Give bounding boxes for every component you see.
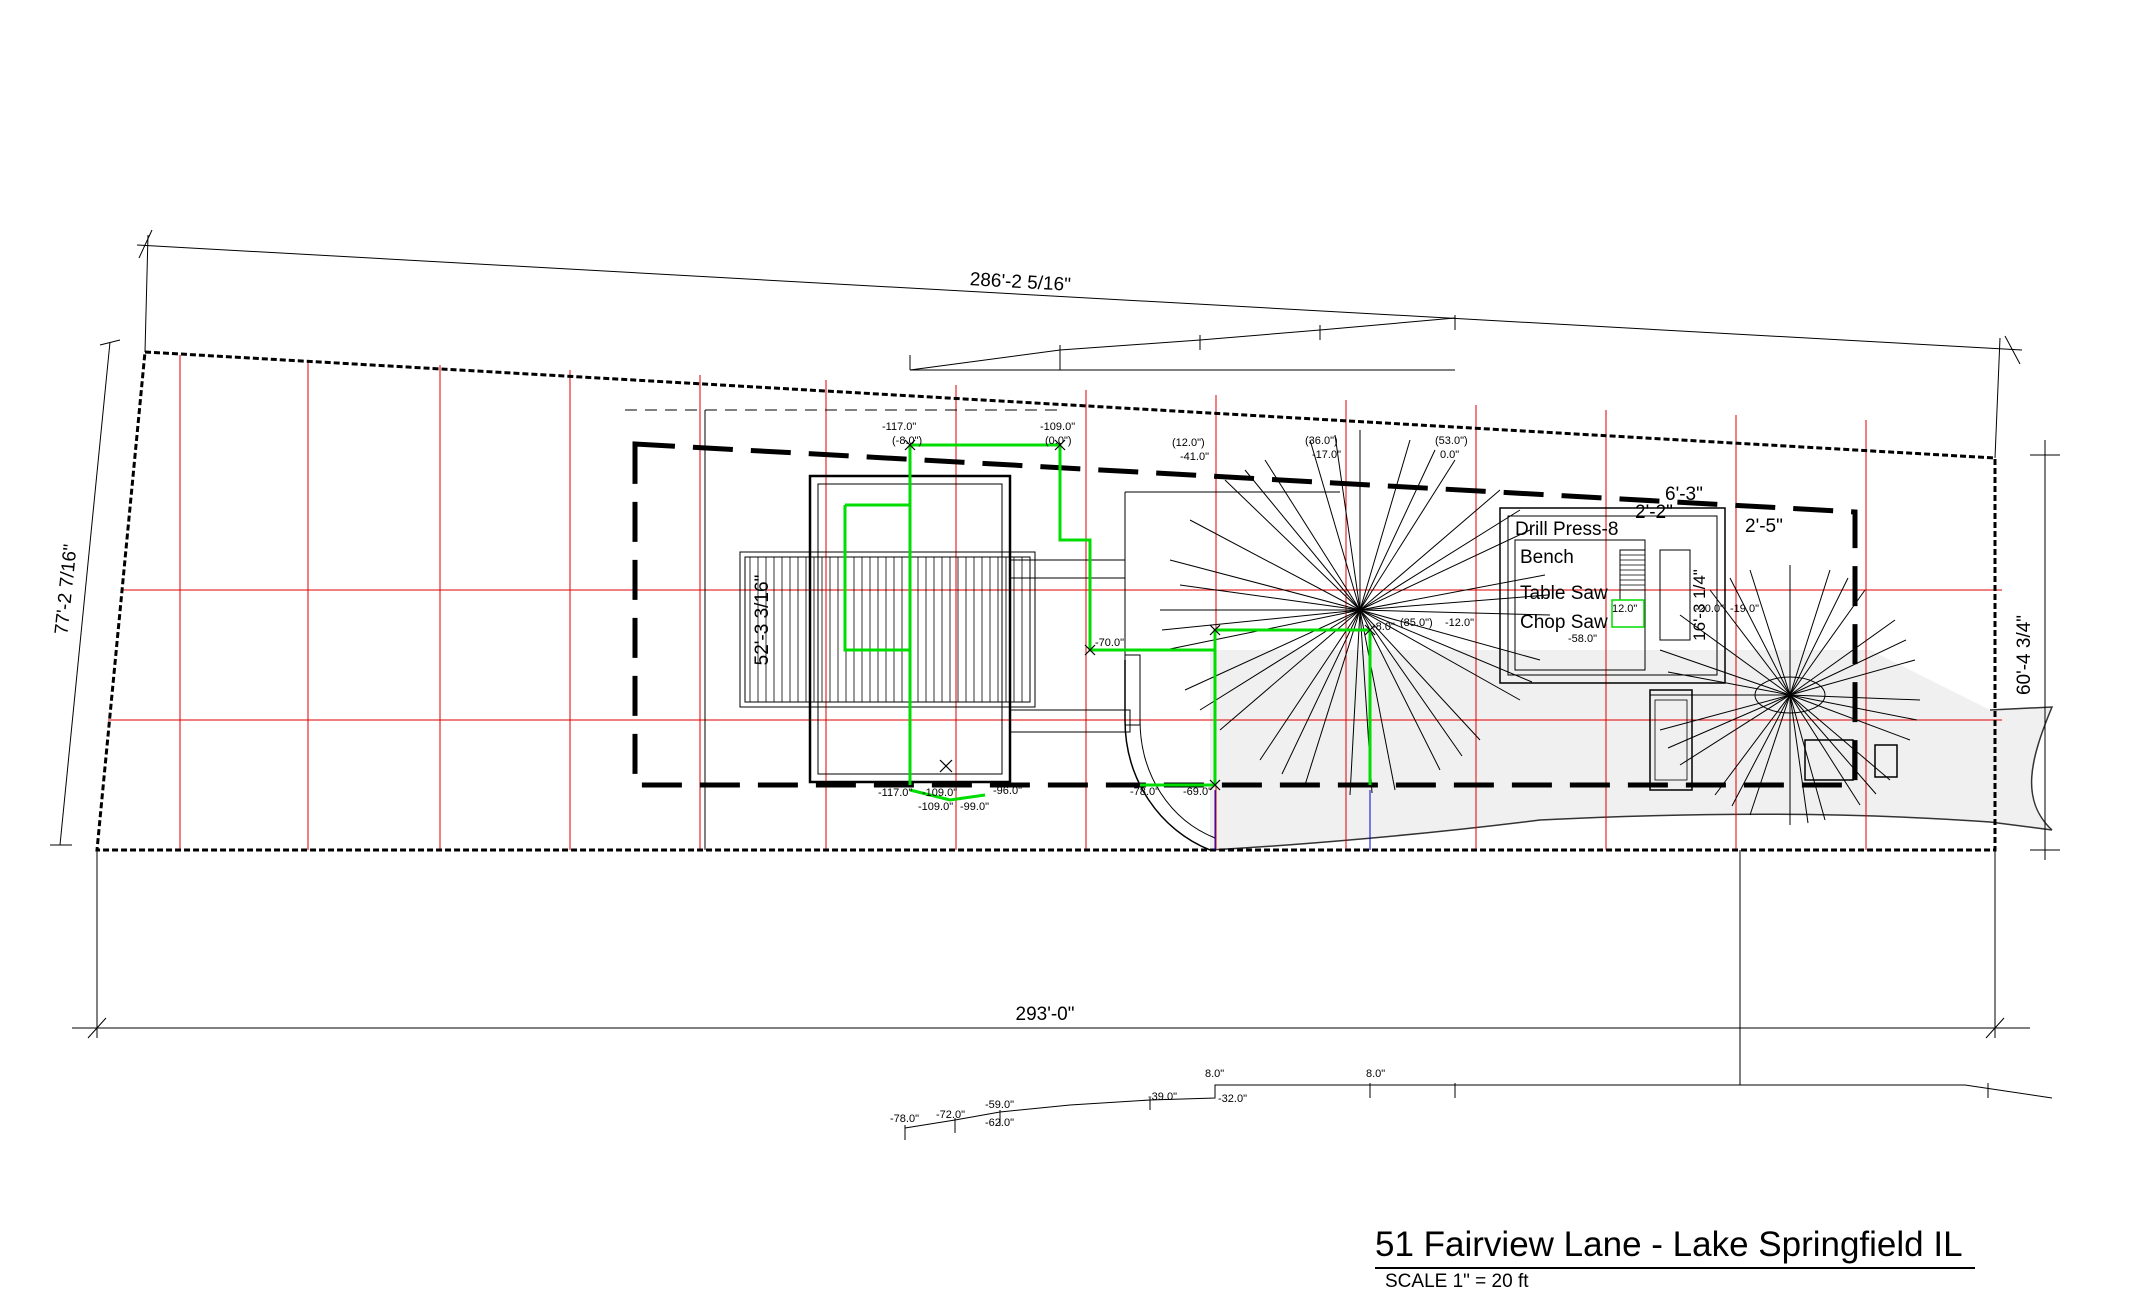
grade-top-2b: (0.0") (1045, 435, 1072, 447)
grade-bot-1: -117.0" (878, 787, 912, 799)
grade-top-2: -109.0" (1040, 421, 1075, 433)
walkway-curve-inner (1139, 660, 1216, 839)
dim-left-label: 77'-2 7/16" (51, 543, 81, 635)
driveway (1210, 650, 2052, 850)
grade-prof-7: -72.0" (936, 1109, 965, 1121)
dim-house-depth-label: 52'-3 3/16" (752, 575, 773, 666)
grade-top-5: (53.0") (1435, 435, 1468, 447)
shed-label-drill-press: Drill Press-8 (1515, 519, 1618, 540)
grade-mid-8: -19.0" (1730, 603, 1759, 615)
grade-mid-7: -20.0" (1695, 603, 1724, 615)
grade-top-1: -117.0" (882, 421, 916, 433)
dim-right-label: 60'-4 3/4" (2014, 615, 2035, 695)
grade-bot-5: -99.0" (960, 801, 989, 813)
grade-mid-1: -70.0" (1095, 637, 1124, 649)
bottom-profile (904, 850, 2053, 1140)
grade-bot-4: -109.0" (918, 801, 953, 813)
grade-prof-8: -78.0" (890, 1113, 919, 1125)
shed-bench (1620, 554, 1645, 591)
dim-bottom-label: 293'-0" (1016, 1004, 1075, 1025)
grade-prof-6: -62.0" (985, 1117, 1014, 1129)
title-block: 51 Fairview Lane - Lake Springfield IL S… (1375, 1225, 1985, 1293)
grade-bot-6: -78.0" (1130, 786, 1159, 798)
grade-mid-6: 12.0" (1612, 603, 1637, 615)
grade-mid-2: -8.0" (1372, 621, 1395, 633)
grade-prof-1: 8.0" (1205, 1068, 1224, 1080)
grade-prof-2: 8.0" (1366, 1068, 1385, 1080)
grade-prof-3: -39.0" (1148, 1091, 1177, 1103)
deck (739, 551, 1036, 708)
grade-top-3: (12.0") (1172, 437, 1205, 449)
drawing-scale: SCALE 1" = 20 ft (1385, 1271, 1529, 1292)
shed-label-chop-saw: Chop Saw (1520, 612, 1608, 633)
grade-top-4b: -17.0" (1312, 449, 1341, 461)
grade-prof-4: -32.0" (1218, 1093, 1247, 1105)
grade-mid-5: -58.0" (1568, 633, 1597, 645)
dim-shed-mid: 2'-2" (1635, 502, 1673, 523)
deck-hatching (749, 557, 1023, 702)
grade-bot-7: -69.0" (1183, 786, 1212, 798)
grade-mid-3: (85.0") (1400, 617, 1433, 629)
shed-label-bench: Bench (1520, 547, 1574, 568)
grade-bot-3: -96.0" (993, 785, 1022, 797)
dimension-top (136, 229, 2023, 459)
grade-mid-4: -12.0" (1445, 617, 1474, 629)
dim-shed-right: 2'-5" (1745, 516, 1783, 537)
grade-prof-5: -59.0" (985, 1099, 1014, 1111)
shed-label-table-saw: Table Saw (1520, 583, 1608, 604)
grade-top-3b: -41.0" (1180, 451, 1209, 463)
grade-top-1b: (-8.0") (892, 435, 922, 447)
title-underline (1375, 1267, 1975, 1269)
grade-bot-2: -109.0" (922, 787, 957, 799)
grade-top-5b: 0.0" (1440, 449, 1459, 461)
site-plan-drawing: 286'-2 5/16" 77'-2 7/16" 60'-4 3/4" 293'… (50, 229, 2060, 1140)
stair (1124, 654, 1141, 726)
walkway-curve (1124, 660, 1211, 851)
drawing-title: 51 Fairview Lane - Lake Springfield IL (1375, 1225, 1963, 1264)
top-profile (909, 315, 1456, 371)
grade-top-4: (36.0") (1305, 435, 1338, 447)
